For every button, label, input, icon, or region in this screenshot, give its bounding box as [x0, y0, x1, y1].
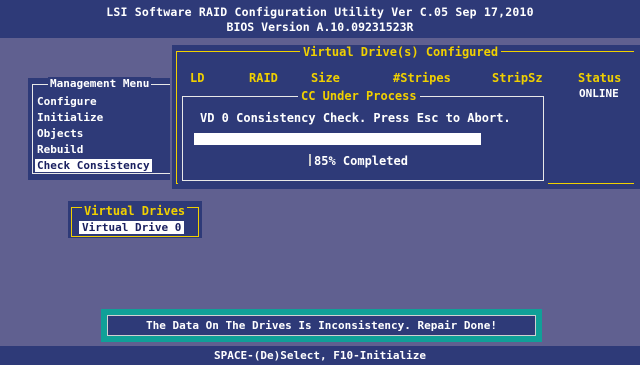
progress-bar-fill: [194, 133, 482, 145]
management-menu-title: Management Menu: [48, 77, 152, 90]
column-header-stripsz: StripSz: [492, 71, 543, 85]
management-menu: Management Menu Configure Initialize Obj…: [28, 77, 170, 180]
title-bar: LSI Software RAID Configuration Utility …: [0, 0, 640, 38]
column-header-stripes: #Stripes: [393, 71, 451, 85]
status-bar: SPACE-(De)Select, F10-Initialize: [0, 346, 640, 365]
menu-item-objects[interactable]: Objects: [37, 127, 83, 140]
cc-progress-dialog: CC Under Process VD 0 Consistency Check.…: [178, 89, 548, 184]
text-cursor: [309, 154, 311, 166]
message-box-inner: The Data On The Drives Is Inconsistency.…: [107, 315, 536, 336]
column-header-status: Status: [578, 71, 622, 85]
menu-item-configure[interactable]: Configure: [37, 95, 97, 108]
virtual-drive-item[interactable]: Virtual Drive 0: [79, 221, 185, 234]
column-header-raid: RAID: [249, 71, 278, 85]
message-text: The Data On The Drives Is Inconsistency.…: [146, 319, 497, 332]
title-line-1: LSI Software RAID Configuration Utility …: [106, 5, 534, 19]
virtual-drives-configured-title: Virtual Drive(s) Configured: [300, 45, 502, 59]
column-header-ld: LD: [190, 71, 205, 85]
menu-item-rebuild[interactable]: Rebuild: [37, 143, 83, 156]
cc-dialog-message: VD 0 Consistency Check. Press Esc to Abo…: [200, 111, 511, 125]
menu-item-check-consistency[interactable]: Check Consistency: [35, 159, 152, 172]
virtual-drives-title: Virtual Drives: [82, 204, 188, 218]
title-line-2: BIOS Version A.10.09231523R: [226, 20, 414, 34]
progress-bar: [194, 133, 532, 145]
virtual-drives-panel: Virtual Drives Virtual Drive 0: [68, 201, 202, 238]
progress-text: 85% Completed: [314, 154, 408, 168]
status-badge: ONLINE: [579, 87, 619, 100]
menu-item-initialize[interactable]: Initialize: [37, 111, 103, 124]
message-box: The Data On The Drives Is Inconsistency.…: [101, 309, 542, 342]
cc-dialog-title: CC Under Process: [298, 89, 420, 103]
column-header-size: Size: [311, 71, 340, 85]
